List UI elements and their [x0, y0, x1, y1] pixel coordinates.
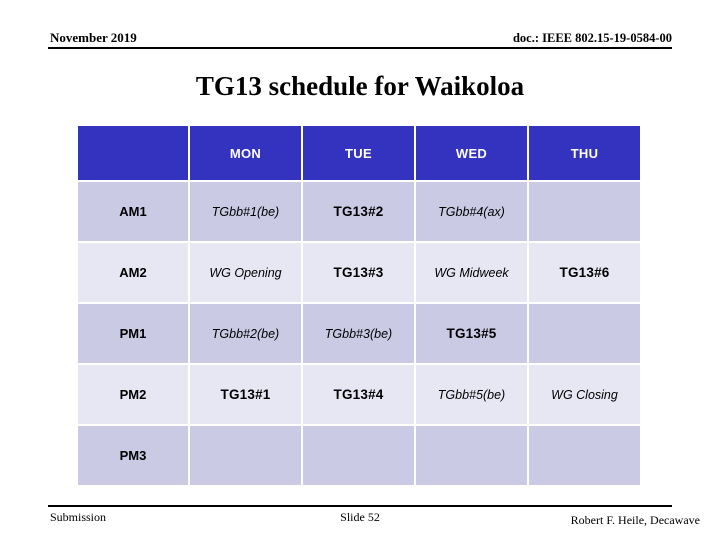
cell-am1-wed: TGbb#4(ax) — [416, 182, 527, 241]
cell-pm3-wed — [416, 426, 527, 485]
schedule-table: MON TUE WED THU AM1 TGbb#1(be) TG13#2 TG… — [76, 124, 642, 487]
cell-am1-tue: TG13#2 — [303, 182, 414, 241]
table-header: MON TUE WED THU — [78, 126, 640, 180]
table-row: PM3 — [78, 426, 640, 485]
row-label-am2: AM2 — [78, 243, 188, 302]
column-header-mon: MON — [190, 126, 301, 180]
table-row: PM1 TGbb#2(be) TGbb#3(be) TG13#5 — [78, 304, 640, 363]
cell-pm1-wed: TG13#5 — [416, 304, 527, 363]
footer-author: Robert F. Heile, Decawave — [570, 513, 700, 527]
cell-pm3-tue — [303, 426, 414, 485]
row-label-pm1: PM1 — [78, 304, 188, 363]
table-corner-cell — [78, 126, 188, 180]
page-title: TG13 schedule for Waikoloa — [195, 71, 525, 101]
cell-pm1-thu — [529, 304, 640, 363]
cell-am2-tue: TG13#3 — [303, 243, 414, 302]
cell-am2-wed: WG Midweek — [416, 243, 527, 302]
cell-am2-mon: WG Opening — [190, 243, 301, 302]
cell-pm2-thu: WG Closing — [529, 365, 640, 424]
cell-pm1-mon: TGbb#2(be) — [190, 304, 301, 363]
table-header-row: MON TUE WED THU — [78, 126, 640, 180]
cell-pm2-tue: TG13#4 — [303, 365, 414, 424]
cell-pm3-thu — [529, 426, 640, 485]
table-row: AM1 TGbb#1(be) TG13#2 TGbb#4(ax) — [78, 182, 640, 241]
cell-pm1-tue: TGbb#3(be) — [303, 304, 414, 363]
table-body: AM1 TGbb#1(be) TG13#2 TGbb#4(ax) AM2 WG … — [78, 182, 640, 485]
cell-am2-thu: TG13#6 — [529, 243, 640, 302]
cell-pm2-wed: TGbb#5(be) — [416, 365, 527, 424]
header-document-number: doc.: IEEE 802.15-19-0584-00 — [512, 31, 672, 45]
row-label-pm3: PM3 — [78, 426, 188, 485]
column-header-tue: TUE — [303, 126, 414, 180]
row-label-am1: AM1 — [78, 182, 188, 241]
column-header-thu: THU — [529, 126, 640, 180]
footer-divider — [48, 505, 672, 507]
header-date: November 2019 — [50, 30, 137, 45]
header-divider — [48, 47, 672, 49]
table-row: AM2 WG Opening TG13#3 WG Midweek TG13#6 — [78, 243, 640, 302]
schedule-table-container: MON TUE WED THU AM1 TGbb#1(be) TG13#2 TG… — [78, 126, 642, 485]
row-label-pm2: PM2 — [78, 365, 188, 424]
table-row: PM2 TG13#1 TG13#4 TGbb#5(be) WG Closing — [78, 365, 640, 424]
cell-pm3-mon — [190, 426, 301, 485]
cell-am1-mon: TGbb#1(be) — [190, 182, 301, 241]
cell-am1-thu — [529, 182, 640, 241]
column-header-wed: WED — [416, 126, 527, 180]
cell-pm2-mon: TG13#1 — [190, 365, 301, 424]
slide-canvas: November 2019 doc.: IEEE 802.15-19-0584-… — [0, 0, 720, 540]
